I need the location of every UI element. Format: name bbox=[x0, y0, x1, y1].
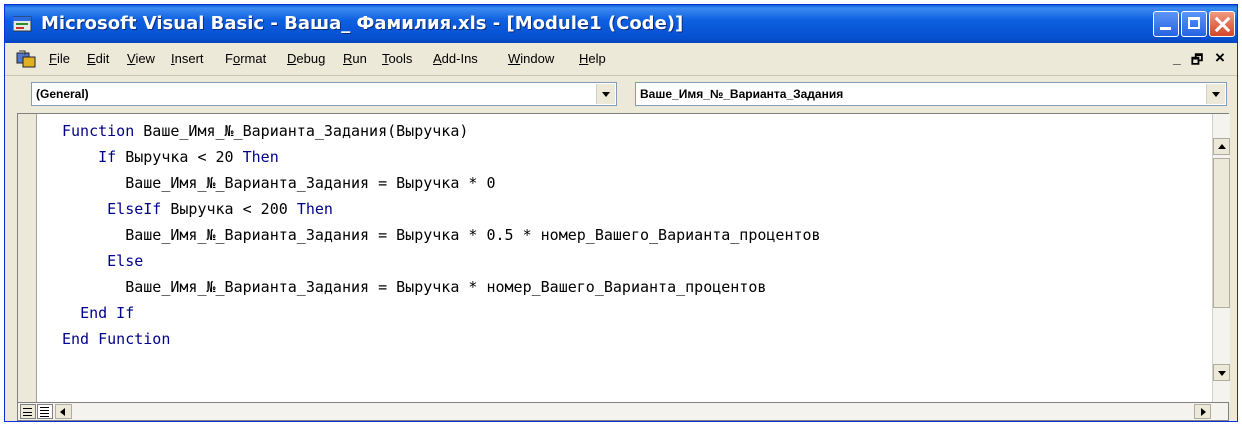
menu-insert[interactable]: Insert bbox=[171, 51, 204, 66]
menu-window[interactable]: Window bbox=[508, 51, 554, 66]
code-editor[interactable]: Function Ваше_Имя_№_Варианта_Задания(Выр… bbox=[17, 113, 1230, 403]
menu-bar: File Edit View Insert Format Debug Run T… bbox=[5, 43, 1237, 76]
menu-format[interactable]: Format bbox=[225, 51, 266, 66]
window-title: Microsoft Visual Basic - Ваша_ Фамилия.x… bbox=[41, 13, 684, 34]
code-line[interactable]: Ваше_Имя_№_Варианта_Задания = Выручка * … bbox=[62, 226, 820, 244]
vba-window: Microsoft Visual Basic - Ваша_ Фамилия.x… bbox=[4, 4, 1238, 422]
menu-add-ins[interactable]: Add-Ins bbox=[433, 51, 478, 66]
code-line[interactable]: If Выручка < 20 Then bbox=[62, 148, 279, 166]
scroll-right-icon[interactable] bbox=[1194, 404, 1211, 419]
code-line[interactable]: End If bbox=[62, 304, 134, 322]
menu-edit[interactable]: Edit bbox=[87, 51, 109, 66]
mdi-close-icon[interactable]: × bbox=[1215, 48, 1225, 68]
mdi-restore-icon[interactable]: 🗗 bbox=[1191, 51, 1203, 73]
title-bar[interactable]: Microsoft Visual Basic - Ваша_ Фамилия.x… bbox=[5, 5, 1237, 43]
code-line[interactable]: Ваше_Имя_№_Варианта_Задания = Выручка * … bbox=[62, 174, 495, 192]
object-dropdown[interactable]: (General) bbox=[31, 82, 617, 106]
procedure-dropdown-value: Ваше_Имя_№_Варианта_Задания bbox=[640, 87, 844, 101]
horizontal-scrollbar[interactable] bbox=[17, 403, 1229, 421]
maximize-button[interactable] bbox=[1181, 11, 1207, 37]
margin-indicator-bar[interactable] bbox=[18, 114, 37, 402]
menu-help[interactable]: Help bbox=[579, 51, 606, 66]
vba-app-icon bbox=[13, 16, 32, 32]
code-line[interactable]: End Function bbox=[62, 330, 170, 348]
minimize-button[interactable] bbox=[1153, 11, 1179, 37]
mdi-minimize-icon[interactable]: _ bbox=[1173, 50, 1181, 66]
scroll-up-icon[interactable] bbox=[1213, 138, 1230, 155]
procedure-dropdown[interactable]: Ваше_Имя_№_Варианта_Задания bbox=[635, 82, 1227, 106]
code-line[interactable]: Ваше_Имя_№_Варианта_Задания = Выручка * … bbox=[62, 278, 766, 296]
scroll-thumb[interactable] bbox=[1213, 158, 1230, 308]
object-dropdown-value: (General) bbox=[36, 87, 89, 101]
menu-view[interactable]: View bbox=[127, 51, 155, 66]
code-line[interactable]: Else bbox=[62, 252, 143, 270]
scroll-down-icon[interactable] bbox=[1213, 364, 1230, 381]
menu-run[interactable]: Run bbox=[343, 51, 367, 66]
full-module-view-icon[interactable] bbox=[37, 404, 53, 419]
menu-file[interactable]: File bbox=[49, 51, 70, 66]
vertical-scrollbar[interactable] bbox=[1212, 114, 1230, 402]
code-line[interactable]: ElseIf Выручка < 200 Then bbox=[62, 200, 333, 218]
chevron-down-icon[interactable] bbox=[1206, 84, 1225, 104]
chevron-down-icon[interactable] bbox=[596, 84, 615, 104]
procedure-view-icon[interactable] bbox=[20, 404, 36, 419]
code-line[interactable]: Function Ваше_Имя_№_Варианта_Задания(Выр… bbox=[62, 122, 468, 140]
close-button[interactable] bbox=[1209, 11, 1235, 37]
vba-menu-icon[interactable] bbox=[15, 49, 37, 69]
menu-debug[interactable]: Debug bbox=[287, 51, 325, 66]
menu-tools[interactable]: Tools bbox=[382, 51, 412, 66]
scroll-left-icon[interactable] bbox=[55, 404, 72, 419]
